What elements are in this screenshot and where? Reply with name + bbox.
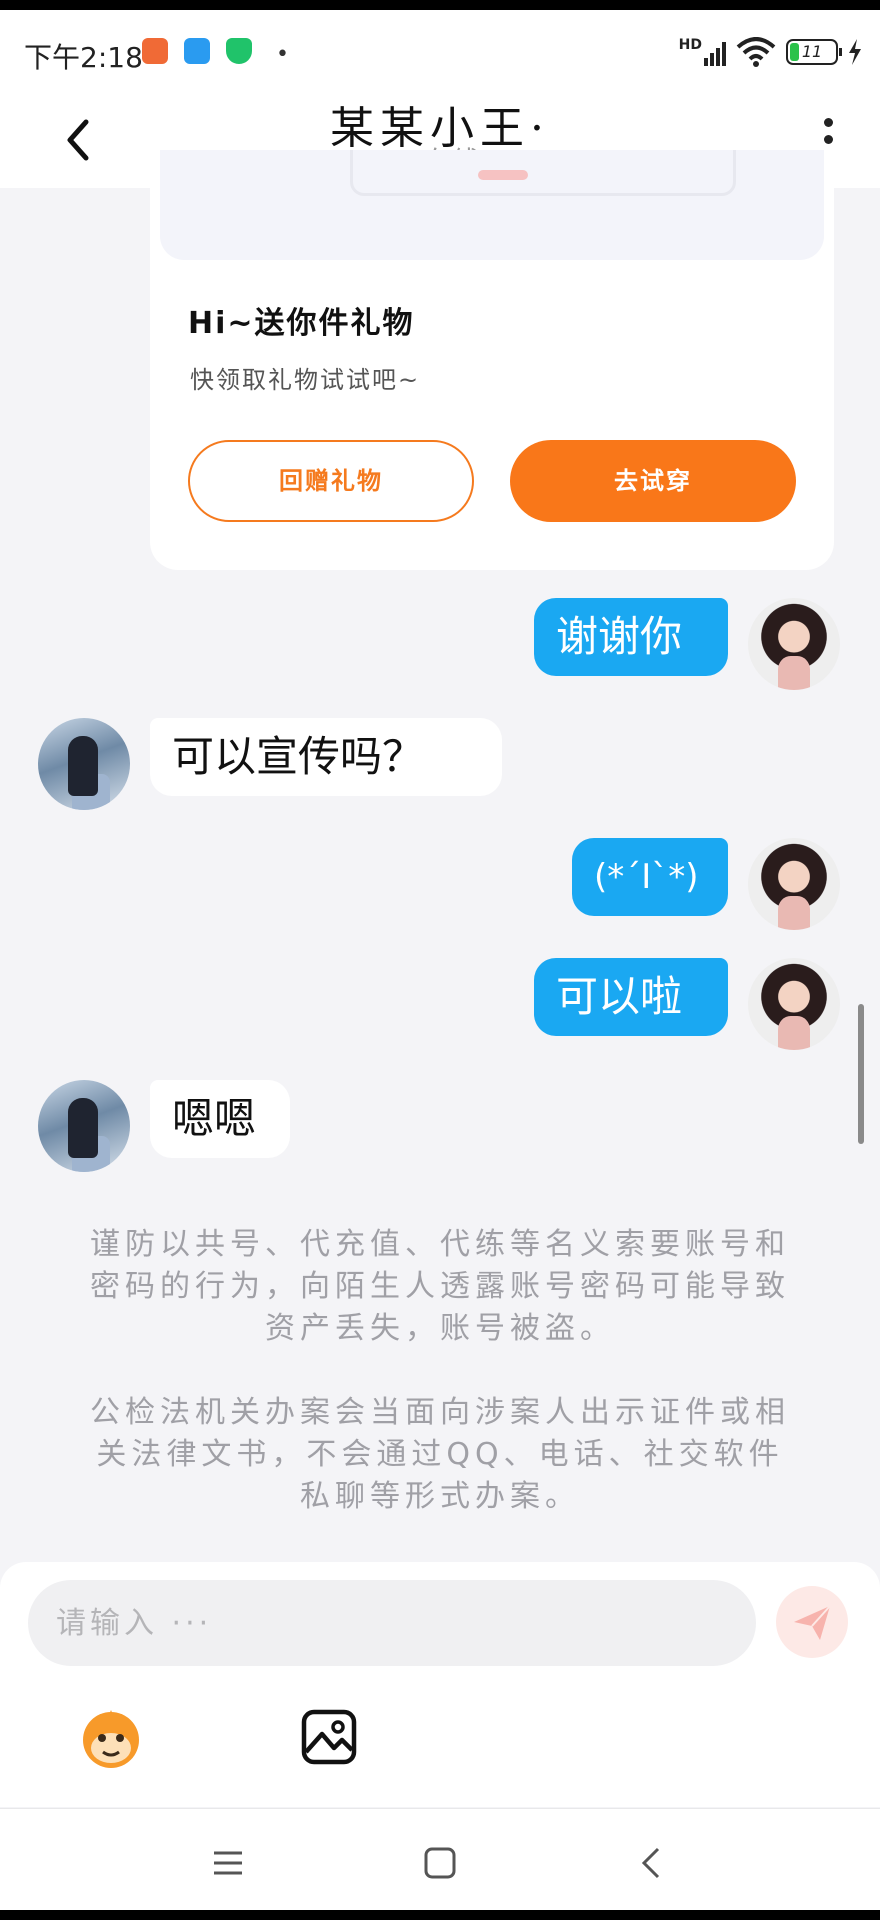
- message-bubble-received[interactable]: 嗯嗯: [150, 1080, 290, 1158]
- send-icon: [794, 1605, 831, 1640]
- message-bubble-sent[interactable]: (*´I`*): [572, 838, 728, 916]
- message-bubble-sent[interactable]: 谢谢你: [534, 598, 728, 676]
- wifi-icon: [736, 37, 776, 67]
- status-time: 下午2:18: [24, 41, 143, 74]
- back-nav-icon[interactable]: [630, 1841, 674, 1885]
- scrollbar[interactable]: [858, 1004, 864, 1144]
- signal-icon: HD: [679, 38, 726, 66]
- menu-icon[interactable]: [206, 1841, 250, 1885]
- input-area: [0, 1562, 880, 1807]
- send-button[interactable]: [776, 1586, 848, 1658]
- gift-title: Hi~送你件礼物: [188, 306, 415, 341]
- network-label: HD: [678, 37, 702, 53]
- image-icon[interactable]: [294, 1702, 364, 1772]
- contact-avatar[interactable]: [38, 1080, 130, 1172]
- my-avatar[interactable]: [748, 598, 840, 690]
- cloud-app-icon: [184, 38, 210, 64]
- shield-app-icon: [226, 38, 252, 64]
- home-icon[interactable]: [418, 1841, 462, 1885]
- message-input[interactable]: [28, 1580, 756, 1666]
- security-notice-police: 公检法机关办案会当面向涉案人出示证件或相关法律文书，不会通过QQ、电话、社交软件…: [90, 1395, 790, 1514]
- my-avatar[interactable]: [748, 958, 840, 1050]
- contact-avatar[interactable]: [38, 718, 130, 810]
- security-notice-account: 谨防以共号、代充值、代练等名义索要账号和密码的行为，向陌生人透露账号密码可能导致…: [90, 1227, 790, 1346]
- battery-indicator: 11: [786, 39, 842, 65]
- gift-card: Hi~送你件礼物 快领取礼物试试吧~ 回赠礼物 去试穿: [150, 150, 834, 570]
- my-avatar[interactable]: [748, 838, 840, 930]
- message-bubble-sent[interactable]: 可以啦: [534, 958, 728, 1036]
- monkey-emoji-icon[interactable]: [76, 1702, 146, 1772]
- charging-icon: [849, 39, 861, 65]
- message-bubble-received[interactable]: 可以宣传吗？: [150, 718, 502, 796]
- bottom-edge: [0, 1910, 880, 1920]
- status-bar: 下午2:18 • HD 11: [0, 0, 880, 92]
- notification-dot-icon: •: [276, 42, 289, 67]
- gift-preview-image: [160, 150, 824, 260]
- gift-subtitle: 快领取礼物试试吧~: [190, 366, 421, 394]
- try-on-button[interactable]: 去试穿: [510, 440, 796, 522]
- battery-level: 11: [801, 42, 823, 61]
- return-gift-button[interactable]: 回赠礼物: [188, 440, 474, 522]
- video-app-icon: [142, 38, 168, 64]
- system-nav-bar: [0, 1808, 880, 1921]
